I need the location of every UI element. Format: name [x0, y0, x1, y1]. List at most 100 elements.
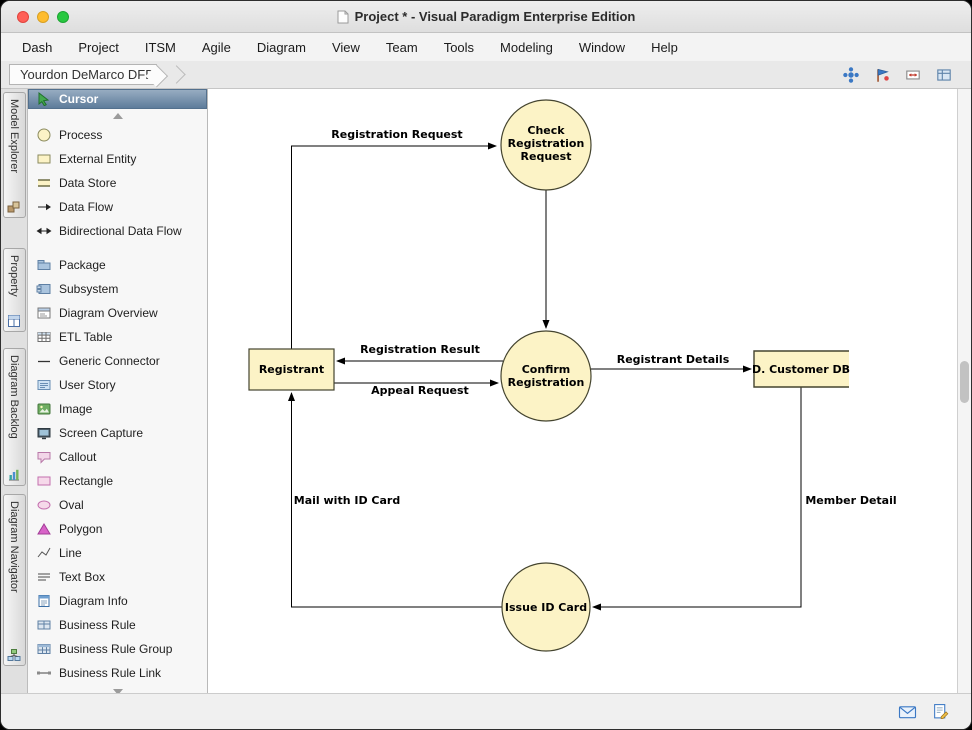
document-icon	[337, 10, 349, 24]
palette-cursor-label: Cursor	[59, 92, 98, 106]
sidebar-tab-diagram-navigator[interactable]: Diagram Navigator	[3, 494, 26, 666]
rectangle-icon	[35, 473, 52, 489]
palette-item-diagram-info[interactable]: Diagram Info	[28, 589, 207, 613]
menu-itsm[interactable]: ITSM	[132, 33, 189, 61]
toolbar-row: Yourdon DeMarco DFD	[1, 61, 971, 89]
flow-label-member-detail: Member Detail	[805, 494, 896, 507]
traffic-lights	[17, 11, 69, 23]
palette-item-business-rule-link[interactable]: Business Rule Link	[28, 661, 207, 685]
close-window-button[interactable]	[17, 11, 29, 23]
svg-text:Registration: Registration	[508, 137, 585, 150]
palette-item-oval[interactable]: Oval	[28, 493, 207, 517]
diagram-canvas[interactable]: Registration Request Registration Result…	[208, 89, 957, 693]
palette-item-bidirectional-data-flow[interactable]: Bidirectional Data Flow	[28, 219, 207, 243]
menu-dash[interactable]: Dash	[9, 33, 65, 61]
menubar: Dash Project ITSM Agile Diagram View Tea…	[1, 33, 971, 61]
envelope-icon[interactable]	[898, 704, 917, 720]
palette-item-user-story[interactable]: User Story	[28, 373, 207, 397]
palette-item-callout[interactable]: Callout	[28, 445, 207, 469]
menu-window[interactable]: Window	[566, 33, 638, 61]
main-area: Model Explorer Property Diagram Backlog …	[1, 89, 971, 693]
bottombar	[1, 693, 971, 729]
property-grid-icon	[7, 314, 21, 328]
external-entity-registrant[interactable]: Registrant	[249, 349, 334, 390]
package-icon	[35, 257, 52, 273]
diagram-info-icon	[35, 593, 52, 609]
diagram-tab-label: Yourdon DeMarco DFD	[20, 67, 155, 82]
flow-member-detail[interactable]	[593, 387, 801, 607]
oval-icon	[35, 497, 52, 513]
side-tab-strip: Model Explorer Property Diagram Backlog …	[1, 89, 28, 693]
svg-text:Check: Check	[527, 124, 565, 137]
menu-modeling[interactable]: Modeling	[487, 33, 566, 61]
palette-item-text-box[interactable]: Text Box	[28, 565, 207, 589]
palette-item-screen-capture[interactable]: Screen Capture	[28, 421, 207, 445]
zoom-window-button[interactable]	[57, 11, 69, 23]
dfd-diagram: Registration Request Registration Result…	[208, 89, 957, 693]
palette-item-subsystem[interactable]: Subsystem	[28, 277, 207, 301]
announcement-icon[interactable]	[871, 64, 893, 86]
process-check-registration-request[interactable]: Check Registration Request	[501, 100, 591, 190]
subsystem-icon	[35, 281, 52, 297]
palette-cursor[interactable]: Cursor	[28, 89, 207, 109]
palette-item-process[interactable]: Process	[28, 123, 207, 147]
palette-item-diagram-overview[interactable]: Diagram Overview	[28, 301, 207, 325]
palette-item-data-store[interactable]: Data Store	[28, 171, 207, 195]
svg-text:Issue ID Card: Issue ID Card	[505, 601, 587, 614]
palette-item-package[interactable]: Package	[28, 253, 207, 277]
sidebar-tab-property[interactable]: Property	[3, 248, 26, 332]
svg-text:Request: Request	[521, 150, 572, 163]
flow-registration-request[interactable]	[292, 146, 497, 349]
cursor-icon	[35, 91, 52, 107]
panel-layout-icon[interactable]	[933, 64, 955, 86]
polygon-icon	[35, 521, 52, 537]
palette-item-etl-table[interactable]: ETL Table	[28, 325, 207, 349]
palette-item-line[interactable]: Line	[28, 541, 207, 565]
palette-item-polygon[interactable]: Polygon	[28, 517, 207, 541]
vertical-scrollbar[interactable]	[957, 89, 971, 693]
palette-scroll-down[interactable]	[28, 685, 207, 693]
palette-item-business-rule[interactable]: Business Rule	[28, 613, 207, 637]
palette-item-external-entity[interactable]: External Entity	[28, 147, 207, 171]
palette-item-business-rule-group[interactable]: Business Rule Group	[28, 637, 207, 661]
data-store-customer-db[interactable]: D. Customer DB	[752, 351, 850, 387]
menu-team[interactable]: Team	[373, 33, 431, 61]
user-story-icon	[35, 377, 52, 393]
palette-item-rectangle[interactable]: Rectangle	[28, 469, 207, 493]
business-rule-icon	[35, 617, 52, 633]
svg-text:Registrant: Registrant	[259, 363, 324, 376]
scrollbar-thumb[interactable]	[960, 361, 969, 403]
svg-text:D. Customer DB: D. Customer DB	[752, 363, 850, 376]
business-rule-link-icon	[35, 665, 52, 681]
compose-note-icon[interactable]	[932, 703, 949, 720]
diagram-tab[interactable]: Yourdon DeMarco DFD	[9, 64, 157, 85]
process-issue-id-card[interactable]: Issue ID Card	[502, 563, 590, 651]
sidebar-tab-diagram-backlog[interactable]: Diagram Backlog	[3, 348, 26, 486]
menu-diagram[interactable]: Diagram	[244, 33, 319, 61]
minimize-window-button[interactable]	[37, 11, 49, 23]
palette-scroll-up[interactable]	[28, 109, 207, 123]
menu-help[interactable]: Help	[638, 33, 691, 61]
diagram-elements-icon[interactable]	[840, 64, 862, 86]
data-store-icon	[35, 175, 52, 191]
diagram-navigator-icon	[7, 648, 21, 662]
generic-connector-icon	[35, 353, 52, 369]
app-window: Project * - Visual Paradigm Enterprise E…	[0, 0, 972, 730]
menu-tools[interactable]: Tools	[431, 33, 487, 61]
chevron-right-icon	[167, 65, 185, 83]
palette-item-image[interactable]: Image	[28, 397, 207, 421]
palette-item-generic-connector[interactable]: Generic Connector	[28, 349, 207, 373]
external-entity-icon	[35, 151, 52, 167]
text-box-icon	[35, 569, 52, 585]
fit-bounds-icon[interactable]	[902, 64, 924, 86]
menu-agile[interactable]: Agile	[189, 33, 244, 61]
menu-view[interactable]: View	[319, 33, 373, 61]
menu-project[interactable]: Project	[65, 33, 131, 61]
screen-capture-icon	[35, 425, 52, 441]
window-title: Project * - Visual Paradigm Enterprise E…	[355, 9, 636, 24]
svg-text:Registration: Registration	[508, 376, 585, 389]
sidebar-tab-model-explorer[interactable]: Model Explorer	[3, 92, 26, 218]
palette-item-data-flow[interactable]: Data Flow	[28, 195, 207, 219]
process-confirm-registration[interactable]: Confirm Registration	[501, 331, 591, 421]
business-rule-group-icon	[35, 641, 52, 657]
